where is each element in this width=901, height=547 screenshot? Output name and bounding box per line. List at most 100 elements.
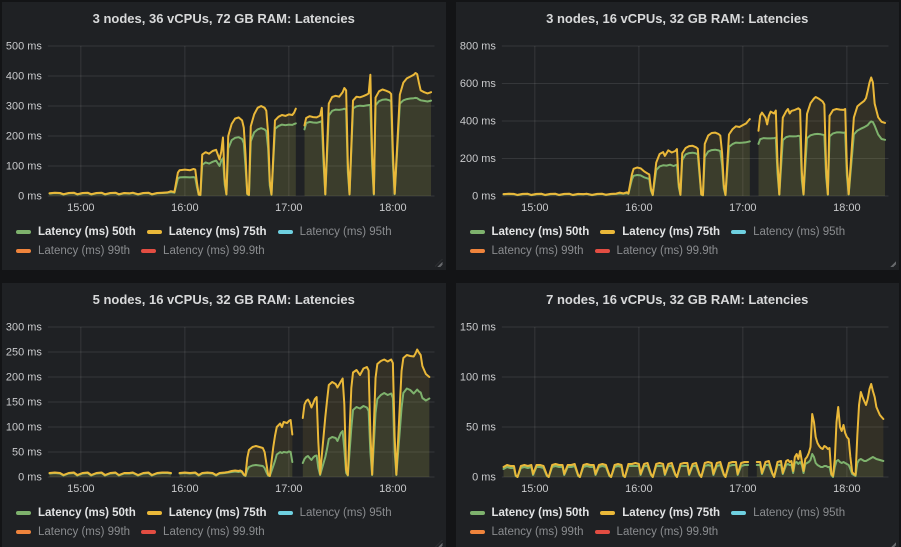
legend-item-latency-ms-50th[interactable]: Latency (ms) 50th <box>16 507 136 519</box>
legend-swatch-icon <box>278 511 293 515</box>
legend-item-latency-ms-99.9th[interactable]: Latency (ms) 99.9th <box>595 526 719 538</box>
svg-text:600 ms: 600 ms <box>459 78 495 90</box>
legend-item-latency-ms-95th[interactable]: Latency (ms) 95th <box>731 226 845 238</box>
legend-swatch-icon <box>278 230 293 234</box>
legend-label: Latency (ms) 99th <box>38 245 130 257</box>
legend-item-latency-ms-95th[interactable]: Latency (ms) 95th <box>278 226 392 238</box>
legend-item-latency-ms-75th[interactable]: Latency (ms) 75th <box>147 226 267 238</box>
panel-title[interactable]: 7 nodes, 16 vCPUs, 32 GB RAM: Latencies <box>456 283 900 312</box>
latency-chart[interactable]: 0 ms100 ms200 ms300 ms400 ms500 ms15:001… <box>2 31 446 216</box>
panel-resize-handle[interactable] <box>435 540 443 547</box>
legend-swatch-icon <box>16 530 31 534</box>
chart-svg: 0 ms50 ms100 ms150 ms15:0016:0017:0018:0… <box>456 312 900 497</box>
latency-chart[interactable]: 0 ms200 ms400 ms600 ms800 ms15:0016:0017… <box>456 31 900 216</box>
legend-swatch-icon <box>147 511 162 515</box>
chart-svg: 0 ms50 ms100 ms150 ms200 ms250 ms300 ms1… <box>2 312 446 497</box>
svg-text:200 ms: 200 ms <box>6 130 42 142</box>
legend-label: Latency (ms) 99th <box>492 245 584 257</box>
series-fill <box>503 119 749 196</box>
svg-text:250 ms: 250 ms <box>6 346 42 358</box>
legend-swatch-icon <box>470 230 485 234</box>
legend-label: Latency (ms) 95th <box>753 507 845 519</box>
svg-text:400 ms: 400 ms <box>6 70 42 82</box>
legend-label: Latency (ms) 95th <box>300 226 392 238</box>
chart-legend: Latency (ms) 50th Latency (ms) 75th Latenc… <box>456 497 900 541</box>
svg-text:16:00: 16:00 <box>625 202 652 214</box>
legend-label: Latency (ms) 75th <box>169 507 267 519</box>
svg-text:17:00: 17:00 <box>729 202 756 214</box>
series-fill <box>180 420 293 477</box>
svg-text:100 ms: 100 ms <box>6 160 42 172</box>
latency-chart[interactable]: 0 ms50 ms100 ms150 ms15:0016:0017:0018:0… <box>456 312 900 497</box>
legend-swatch-icon <box>600 511 615 515</box>
svg-text:15:00: 15:00 <box>521 483 548 495</box>
svg-text:15:00: 15:00 <box>67 202 94 214</box>
legend-item-latency-ms-99.9th[interactable]: Latency (ms) 99.9th <box>141 526 265 538</box>
series-fill <box>756 384 883 477</box>
legend-item-latency-ms-75th[interactable]: Latency (ms) 75th <box>600 507 720 519</box>
legend-swatch-icon <box>470 530 485 534</box>
legend-item-latency-ms-99th[interactable]: Latency (ms) 99th <box>16 526 130 538</box>
svg-text:300 ms: 300 ms <box>6 321 42 333</box>
svg-text:18:00: 18:00 <box>379 483 406 495</box>
svg-text:16:00: 16:00 <box>171 202 198 214</box>
legend-row: Latency (ms) 50th Latency (ms) 75th Latenc… <box>16 222 438 241</box>
legend-swatch-icon <box>141 530 156 534</box>
legend-label: Latency (ms) 95th <box>753 226 845 238</box>
chart-svg: 0 ms200 ms400 ms600 ms800 ms15:0016:0017… <box>456 31 900 216</box>
legend-item-latency-ms-95th[interactable]: Latency (ms) 95th <box>731 507 845 519</box>
legend-label: Latency (ms) 99th <box>492 526 584 538</box>
svg-text:17:00: 17:00 <box>275 202 302 214</box>
legend-item-latency-ms-50th[interactable]: Latency (ms) 50th <box>16 226 136 238</box>
legend-swatch-icon <box>595 249 610 253</box>
panel-resize-handle[interactable] <box>888 540 896 547</box>
svg-text:0 ms: 0 ms <box>18 471 42 483</box>
panel-resize-handle[interactable] <box>888 259 896 267</box>
legend-label: Latency (ms) 75th <box>169 226 267 238</box>
legend-swatch-icon <box>731 230 746 234</box>
legend-label: Latency (ms) 99.9th <box>617 245 719 257</box>
legend-item-latency-ms-99.9th[interactable]: Latency (ms) 99.9th <box>595 245 719 257</box>
legend-label: Latency (ms) 99.9th <box>163 245 265 257</box>
legend-item-latency-ms-99th[interactable]: Latency (ms) 99th <box>470 526 584 538</box>
legend-item-latency-ms-99th[interactable]: Latency (ms) 99th <box>470 245 584 257</box>
legend-swatch-icon <box>470 511 485 515</box>
chart-legend: Latency (ms) 50th Latency (ms) 75th Latenc… <box>2 216 446 260</box>
panel-title[interactable]: 3 nodes, 16 vCPUs, 32 GB RAM: Latencies <box>456 2 900 31</box>
legend-item-latency-ms-99.9th[interactable]: Latency (ms) 99.9th <box>141 245 265 257</box>
svg-text:500 ms: 500 ms <box>6 40 42 52</box>
legend-label: Latency (ms) 50th <box>38 226 136 238</box>
svg-text:15:00: 15:00 <box>521 202 548 214</box>
legend-label: Latency (ms) 75th <box>622 507 720 519</box>
legend-item-latency-ms-95th[interactable]: Latency (ms) 95th <box>278 507 392 519</box>
latency-chart[interactable]: 0 ms50 ms100 ms150 ms200 ms250 ms300 ms1… <box>2 312 446 497</box>
legend-row: Latency (ms) 50th Latency (ms) 75th Latenc… <box>16 503 438 522</box>
svg-text:150 ms: 150 ms <box>459 321 495 333</box>
svg-text:16:00: 16:00 <box>625 483 652 495</box>
svg-text:18:00: 18:00 <box>379 202 406 214</box>
legend-label: Latency (ms) 50th <box>492 507 590 519</box>
svg-text:0 ms: 0 ms <box>18 190 42 202</box>
dashboard-grid: 3 nodes, 36 vCPUs, 72 GB RAM: Latencies … <box>0 0 901 547</box>
svg-text:200 ms: 200 ms <box>6 371 42 383</box>
legend-item-latency-ms-50th[interactable]: Latency (ms) 50th <box>470 507 590 519</box>
svg-text:150 ms: 150 ms <box>6 396 42 408</box>
legend-label: Latency (ms) 99.9th <box>617 526 719 538</box>
legend-swatch-icon <box>595 530 610 534</box>
legend-item-latency-ms-99th[interactable]: Latency (ms) 99th <box>16 245 130 257</box>
legend-item-latency-ms-75th[interactable]: Latency (ms) 75th <box>600 226 720 238</box>
chart-svg: 0 ms100 ms200 ms300 ms400 ms500 ms15:001… <box>2 31 446 216</box>
panel-3-nodes-36-vcpus: 3 nodes, 36 vCPUs, 72 GB RAM: Latencies … <box>2 2 446 270</box>
panel-resize-handle[interactable] <box>435 259 443 267</box>
panel-title[interactable]: 5 nodes, 16 vCPUs, 32 GB RAM: Latencies <box>2 283 446 312</box>
legend-item-latency-ms-50th[interactable]: Latency (ms) 50th <box>470 226 590 238</box>
svg-text:16:00: 16:00 <box>171 483 198 495</box>
svg-text:100 ms: 100 ms <box>459 371 495 383</box>
svg-text:18:00: 18:00 <box>833 483 860 495</box>
panel-title[interactable]: 3 nodes, 36 vCPUs, 72 GB RAM: Latencies <box>2 2 446 31</box>
legend-item-latency-ms-75th[interactable]: Latency (ms) 75th <box>147 507 267 519</box>
legend-row: Latency (ms) 99th Latency (ms) 99.9th <box>470 522 892 541</box>
panel-7-nodes-16-vcpus: 7 nodes, 16 vCPUs, 32 GB RAM: Latencies … <box>456 283 900 547</box>
legend-swatch-icon <box>141 249 156 253</box>
svg-text:17:00: 17:00 <box>275 483 302 495</box>
